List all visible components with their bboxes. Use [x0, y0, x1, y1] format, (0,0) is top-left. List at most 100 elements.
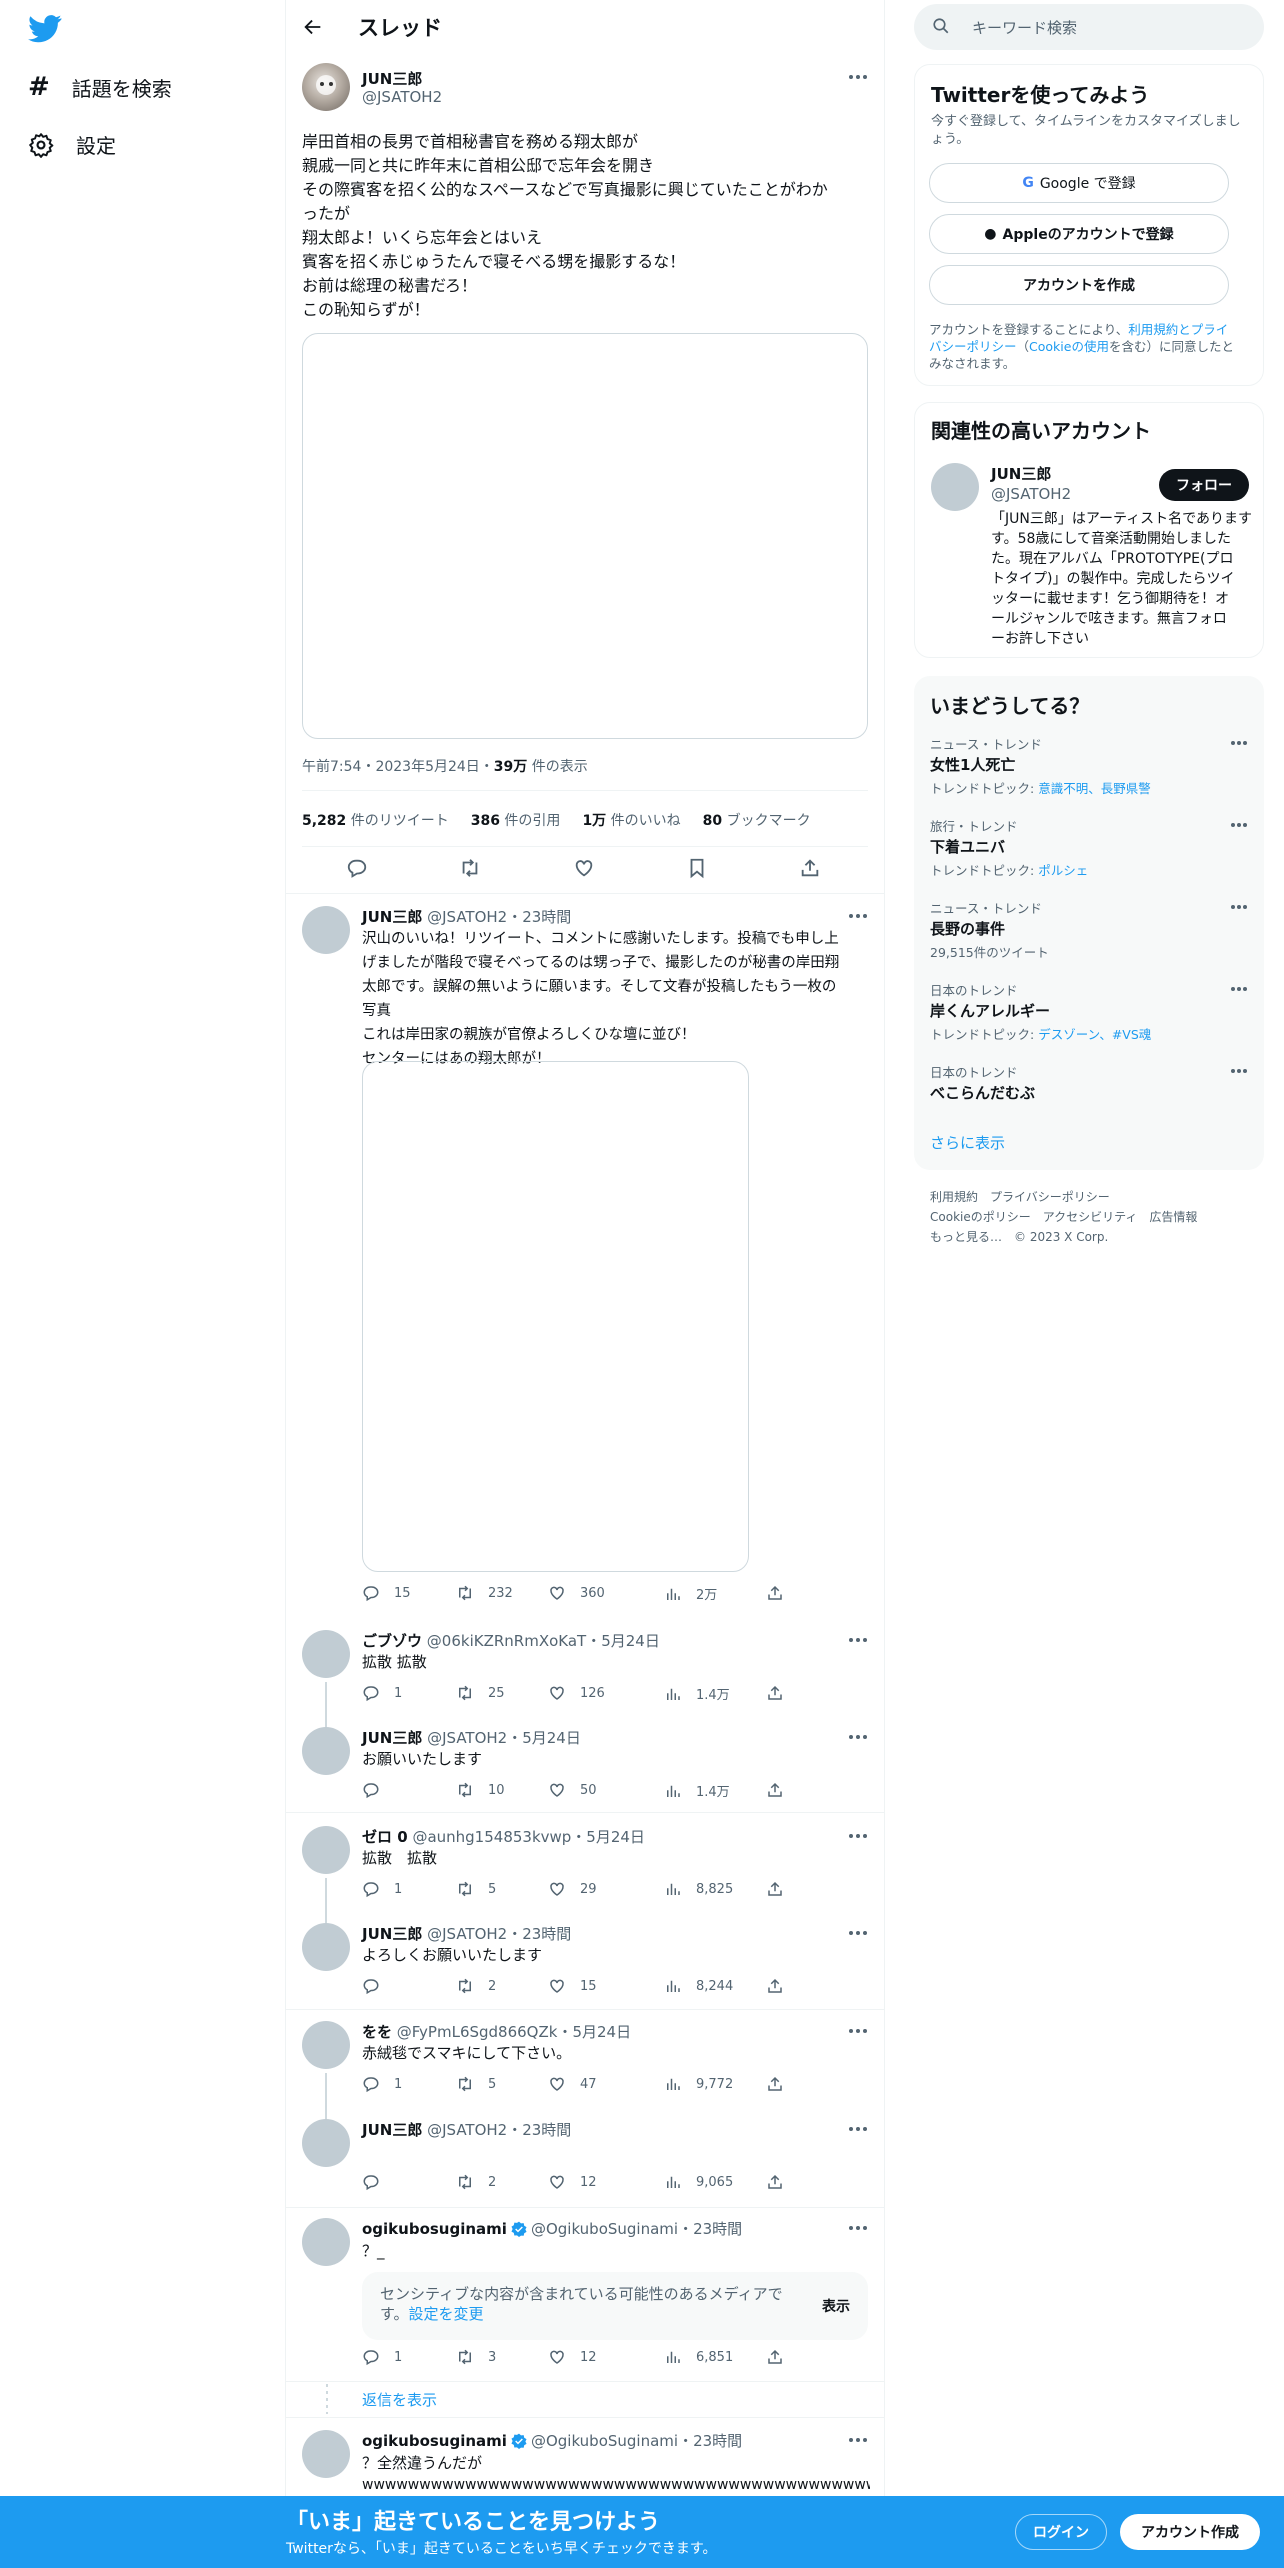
apple-signup-button[interactable]: ● Appleのアカウントで登録 — [929, 214, 1229, 254]
more-icon[interactable] — [848, 2126, 868, 2132]
reply-author-name[interactable]: JUN三郎 — [362, 1729, 422, 1747]
search-input[interactable]: キーワード検索 — [914, 4, 1264, 50]
retweet-action[interactable]: 3 — [456, 2348, 496, 2366]
reply-author-name[interactable]: ogikubosuginami — [362, 2432, 507, 2450]
retweet-action[interactable]: 2 — [456, 1977, 496, 1995]
reply-author-name[interactable]: JUN三郎 — [362, 1925, 422, 1943]
retweet-stat[interactable]: 5,282 件のリツイート — [302, 810, 449, 830]
create-account-button[interactable]: アカウントを作成 — [929, 265, 1229, 305]
reply-action[interactable]: 1 — [362, 2348, 402, 2366]
reply-author-name[interactable]: をを — [362, 2023, 392, 2041]
trend-more-icon[interactable] — [1230, 822, 1248, 828]
reply-action[interactable]: 15 — [362, 1584, 411, 1602]
reply-meta[interactable]: @06kiKZRnRmXoKaT・5月24日 — [427, 1632, 660, 1650]
reply-meta[interactable]: @JSATOH2・5月24日 — [427, 1729, 581, 1747]
show-more-trends[interactable]: さらに表示 — [930, 1132, 1005, 1153]
avatar[interactable] — [302, 906, 350, 954]
more-icon[interactable] — [848, 74, 868, 80]
reply-meta[interactable]: @JSATOH2・23時間 — [427, 1925, 571, 1943]
privacy-link[interactable]: バシーポリシー — [929, 339, 1017, 354]
views-action[interactable]: 1.4万 — [664, 1684, 730, 1703]
avatar[interactable] — [302, 1727, 350, 1775]
trend-name[interactable]: 下着ユニバ — [930, 836, 1005, 857]
like-action[interactable]: 29 — [548, 1880, 597, 1898]
avatar[interactable] — [302, 2021, 350, 2069]
trend-name[interactable]: 岸くんアレルギー — [930, 1000, 1050, 1021]
nav-explore[interactable]: # 話題を検索 — [28, 72, 172, 102]
reply-meta[interactable]: @aunhg154853kvwp・5月24日 — [412, 1828, 644, 1846]
quote-stat[interactable]: 386 件の引用 — [471, 810, 561, 830]
retweet-action[interactable]: 25 — [456, 1684, 505, 1702]
avatar[interactable] — [302, 2218, 350, 2266]
views-action[interactable]: 9,772 — [664, 2075, 733, 2093]
avatar[interactable] — [302, 1923, 350, 1971]
reply-meta[interactable]: @OgikuboSuginami・23時間 — [531, 2430, 742, 2451]
trend-more-icon[interactable] — [1230, 740, 1248, 746]
share-action[interactable] — [766, 1684, 784, 1702]
avatar[interactable] — [302, 2119, 350, 2167]
like-icon[interactable] — [573, 857, 595, 879]
like-action[interactable]: 12 — [548, 2348, 597, 2366]
like-action[interactable]: 360 — [548, 1584, 605, 1602]
reply-meta[interactable]: @JSATOH2・23時間 — [427, 908, 571, 926]
views-action[interactable]: 1.4万 — [664, 1781, 730, 1800]
change-settings-link[interactable]: 設定を変更 — [409, 2305, 484, 2323]
retweet-action[interactable]: 5 — [456, 2075, 496, 2093]
views-action[interactable]: 8,825 — [664, 1880, 733, 1898]
show-replies-link[interactable]: 返信を表示 — [362, 2389, 437, 2410]
login-button[interactable]: ログイン — [1015, 2514, 1107, 2550]
reply-author-name[interactable]: JUN三郎 — [362, 908, 422, 926]
more-icon[interactable] — [848, 2225, 868, 2231]
more-icon[interactable] — [848, 1930, 868, 1936]
signup-button[interactable]: アカウント作成 — [1120, 2514, 1260, 2550]
avatar[interactable] — [302, 1630, 350, 1678]
trend-topic-link[interactable]: 意識不明、長野県警 — [1038, 781, 1151, 796]
like-action[interactable]: 50 — [548, 1781, 597, 1799]
reply-author-name[interactable]: ごブゾウ — [362, 1632, 422, 1650]
reply-meta[interactable]: @FyPmL6Sgd866QZk・5月24日 — [397, 2023, 631, 2041]
trend-topic-link[interactable]: ポルシェ — [1038, 863, 1088, 878]
avatar[interactable] — [302, 63, 350, 111]
like-action[interactable]: 15 — [548, 1977, 597, 1995]
bookmark-stat[interactable]: 80 ブックマーク — [703, 810, 811, 830]
reply-meta[interactable]: @OgikuboSuginami・23時間 — [531, 2218, 742, 2239]
avatar[interactable] — [302, 1826, 350, 1874]
avatar[interactable] — [302, 2430, 350, 2478]
share-action[interactable] — [766, 2348, 784, 2366]
reply-author-name[interactable]: JUN三郎 — [362, 2121, 422, 2139]
reply-action[interactable]: 1 — [362, 2075, 402, 2093]
trend-name[interactable]: べこらんだむぶ — [930, 1082, 1035, 1103]
views-action[interactable]: 8,244 — [664, 1977, 733, 1995]
like-stat[interactable]: 1万 件のいいね — [582, 810, 680, 830]
author-name[interactable]: JUN三郎 — [362, 68, 422, 89]
author-handle[interactable]: @JSATOH2 — [362, 88, 442, 106]
reply-action[interactable] — [362, 1781, 394, 1799]
trend-name[interactable]: 女性1人死亡 — [930, 754, 1015, 775]
retweet-icon[interactable] — [459, 857, 481, 879]
footer-links-1[interactable]: 利用規約 プライバシーポリシー — [930, 1187, 1197, 1207]
cookie-link[interactable]: Cookieの使用 — [1029, 339, 1109, 354]
terms-link[interactable]: 利用規約 — [1128, 322, 1178, 337]
share-action[interactable] — [766, 1977, 784, 1995]
views-action[interactable]: 6,851 — [664, 2348, 733, 2366]
reply-author-name[interactable]: ゼロ 0 — [362, 1828, 408, 1846]
google-signup-button[interactable]: G Google で登録 — [929, 163, 1229, 203]
relevant-handle[interactable]: @JSATOH2 — [991, 485, 1071, 503]
more-icon[interactable] — [848, 2028, 868, 2034]
nav-settings[interactable]: 設定 — [28, 130, 116, 159]
back-arrow-icon[interactable] — [302, 16, 324, 38]
reply-action[interactable]: 1 — [362, 1684, 402, 1702]
like-action[interactable]: 126 — [548, 1684, 605, 1702]
share-action[interactable] — [766, 1584, 784, 1602]
views-action[interactable]: 9,065 — [664, 2173, 733, 2191]
retweet-action[interactable]: 5 — [456, 1880, 496, 1898]
reply-icon[interactable] — [346, 857, 368, 879]
like-action[interactable]: 12 — [548, 2173, 597, 2191]
relevant-name[interactable]: JUN三郎 — [991, 463, 1051, 484]
like-action[interactable]: 47 — [548, 2075, 597, 2093]
tweet-media[interactable] — [302, 333, 868, 739]
trend-more-icon[interactable] — [1230, 986, 1248, 992]
twitter-logo-icon[interactable] — [28, 14, 62, 44]
more-icon[interactable] — [848, 1734, 868, 1740]
avatar[interactable] — [931, 463, 979, 511]
